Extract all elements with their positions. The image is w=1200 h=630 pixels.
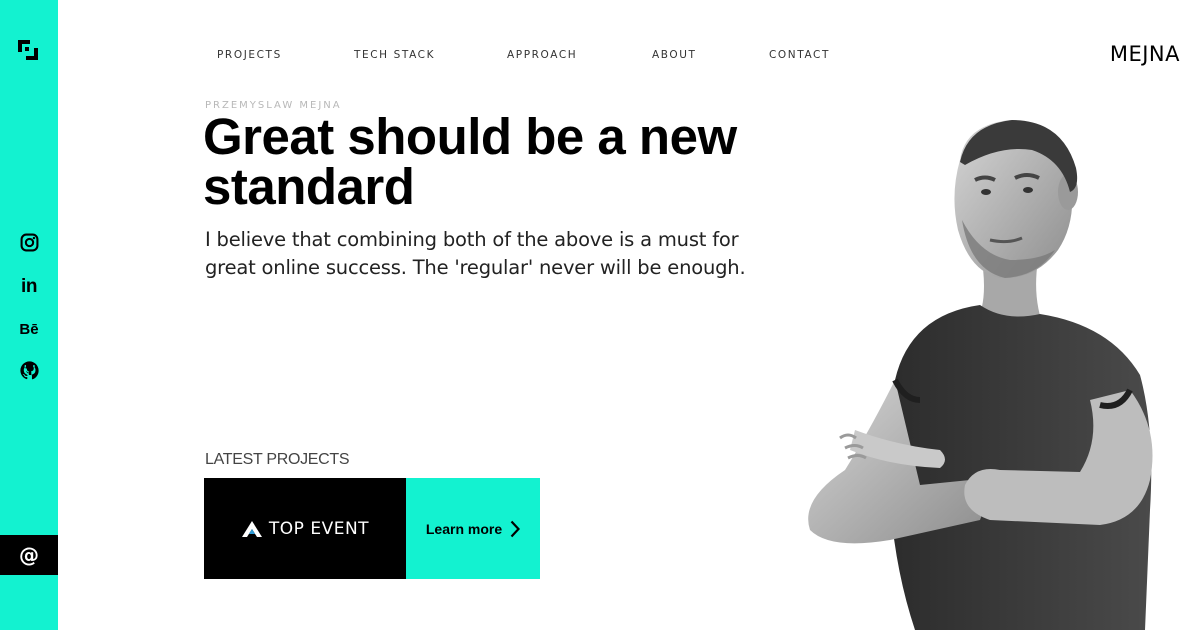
description-line-1: I believe that combining both of the abo… (205, 228, 739, 251)
bracket-square-logo-icon[interactable] (18, 40, 38, 60)
nav-projects[interactable]: PROJECTS (217, 49, 282, 61)
portrait-photo (808, 120, 1153, 630)
project-name: TOP EVENT (268, 518, 370, 539)
hero-description: I believe that combining both of the abo… (205, 226, 765, 282)
behance-icon[interactable]: Bē (0, 318, 58, 340)
nav-approach[interactable]: APPROACH (507, 49, 577, 61)
brand-logo[interactable]: MEJNA (1110, 42, 1180, 66)
mountain-icon (241, 520, 262, 537)
headline-line-2: standard (203, 158, 415, 215)
learn-more-button[interactable]: Learn more (406, 478, 540, 579)
headline-line-1: Great should be a new (203, 108, 737, 165)
github-icon[interactable] (0, 359, 58, 381)
description-line-2: great online success. The 'regular' neve… (205, 256, 746, 279)
project-card-top-event[interactable]: TOP EVENT (204, 478, 406, 579)
chevron-right-icon (510, 520, 521, 537)
learn-more-label: Learn more (425, 520, 503, 537)
at-sign-icon: @ (19, 543, 39, 567)
left-sidebar: in Bē @ (0, 0, 58, 630)
page-title: Great should be a new standard (203, 111, 783, 215)
email-button[interactable]: @ (0, 535, 58, 575)
instagram-icon[interactable] (0, 231, 58, 253)
nav-about[interactable]: ABOUT (652, 49, 697, 61)
linkedin-icon[interactable]: in (0, 276, 58, 298)
latest-projects-heading: LATEST PROJECTS (205, 451, 350, 468)
nav-tech-stack[interactable]: TECH STACK (354, 49, 435, 61)
top-event-logo: TOP EVENT (241, 519, 369, 539)
nav-contact[interactable]: CONTACT (769, 49, 830, 61)
